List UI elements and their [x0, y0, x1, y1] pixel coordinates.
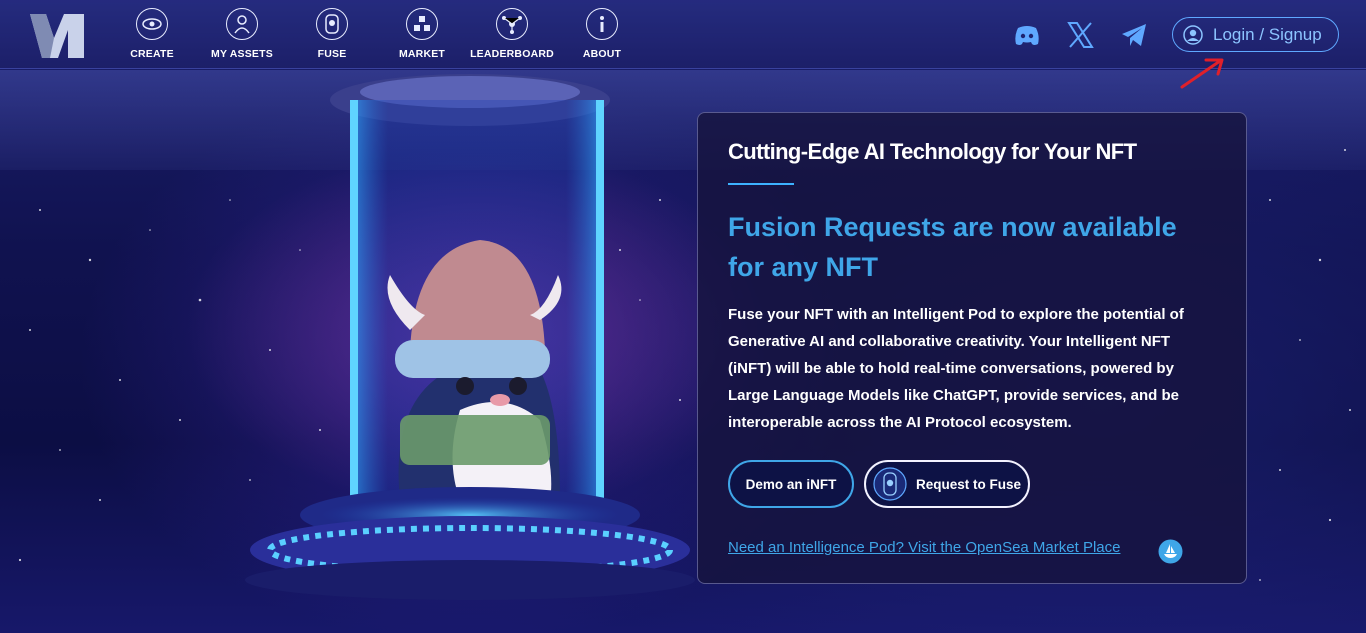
nav-market-label: MARKET — [398, 48, 446, 60]
market-icon — [406, 8, 438, 40]
nav-leaderboard[interactable]: LEADERBOARD — [467, 8, 557, 60]
login-signup-label: Login / Signup — [1213, 24, 1322, 44]
pod-icon — [873, 467, 907, 501]
opensea-icon[interactable] — [1158, 539, 1183, 564]
demo-inft-label: Demo an iNFT — [745, 476, 837, 492]
nav-market[interactable]: MARKET — [377, 8, 467, 60]
user-circle-icon — [1183, 24, 1203, 45]
info-icon — [586, 8, 618, 40]
heading-divider — [728, 183, 794, 185]
nav-about-label: ABOUT — [582, 48, 622, 60]
card-description: Fuse your NFT with an Intelligent Pod to… — [728, 306, 1184, 431]
logo-icon[interactable] — [28, 8, 86, 62]
intelligent-pod-illustration — [245, 74, 695, 600]
nav-leaderboard-label: LEADERBOARD — [470, 48, 554, 60]
request-to-fuse-label: Request to Fuse — [916, 476, 1022, 492]
user-icon — [226, 8, 258, 40]
opensea-marketplace-link[interactable]: Need an Intelligence Pod? Visit the Open… — [728, 539, 1120, 556]
x-icon[interactable] — [1065, 20, 1095, 50]
fusion-info-card: Cutting-Edge AI Technology for Your NFT … — [697, 112, 1247, 584]
telegram-icon[interactable] — [1119, 20, 1149, 50]
nav-my-assets-label: MY ASSETS — [211, 48, 273, 60]
nav-fuse[interactable]: FUSE — [287, 8, 377, 60]
nav-create-label: CREATE — [130, 48, 174, 60]
nav-create[interactable]: CREATE — [107, 8, 197, 60]
network-icon — [496, 8, 528, 40]
fuse-icon — [316, 8, 348, 40]
demo-inft-button[interactable]: Demo an iNFT — [728, 460, 854, 508]
login-signup-button[interactable]: Login / Signup — [1172, 17, 1339, 52]
annotation-arrow-icon — [1180, 58, 1224, 89]
eye-icon — [136, 8, 168, 40]
discord-icon[interactable] — [1012, 20, 1042, 50]
top-navigation: CREATE MY ASSETS FUSE MARKET LEADERBOARD… — [0, 0, 1366, 69]
request-to-fuse-button[interactable]: Request to Fuse — [864, 460, 1030, 508]
nav-my-assets[interactable]: MY ASSETS — [197, 8, 287, 60]
card-title: Fusion Requests are now available for an… — [728, 212, 1177, 282]
card-heading: Cutting-Edge AI Technology for Your NFT — [728, 139, 1137, 164]
nav-fuse-label: FUSE — [317, 48, 347, 60]
nav-about[interactable]: ABOUT — [557, 8, 647, 60]
card-actions: Demo an iNFT Request to Fuse — [728, 460, 1030, 508]
